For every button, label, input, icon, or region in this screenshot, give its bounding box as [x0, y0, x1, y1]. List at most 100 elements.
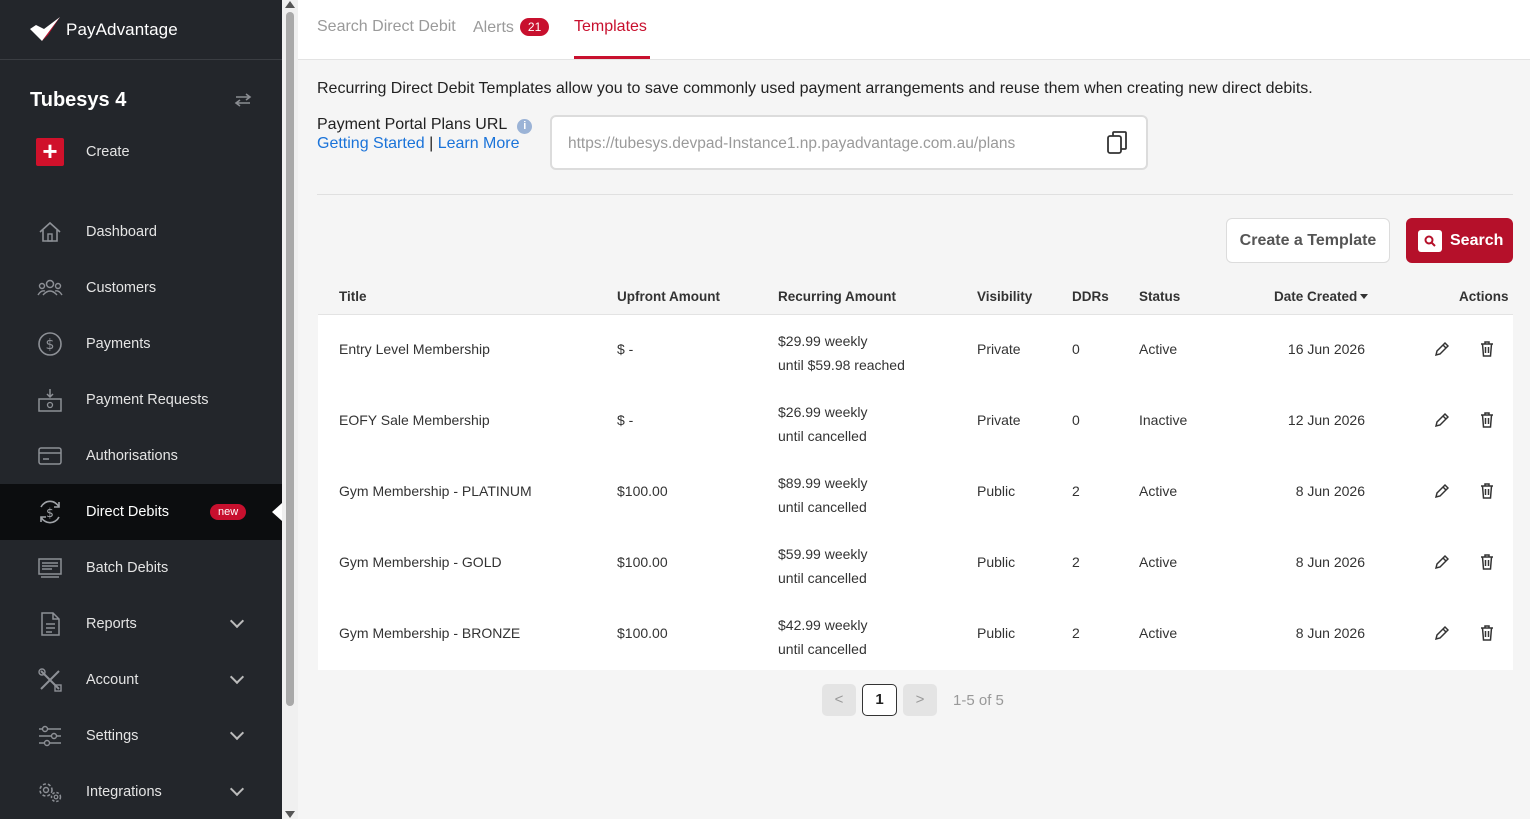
help-links: Getting Started | Learn More — [317, 135, 520, 153]
home-icon — [36, 218, 64, 246]
svg-text:$: $ — [46, 506, 54, 520]
sidebar-item-settings[interactable]: Settings — [0, 708, 282, 764]
tab-search-direct-debit[interactable]: Search Direct Debit — [317, 18, 456, 36]
sidebar-item-label: Authorisations — [86, 448, 178, 464]
cell-status: Inactive — [1139, 412, 1188, 428]
sidebar-item-dashboard[interactable]: Dashboard — [0, 204, 282, 260]
sidebar-item-account[interactable]: Account — [0, 652, 282, 708]
sidebar-item-reports[interactable]: Reports — [0, 596, 282, 652]
edit-pencil-icon[interactable] — [1433, 624, 1449, 642]
sidebar-item-authorisations[interactable]: Authorisations — [0, 428, 282, 484]
tab-alerts[interactable]: Alerts 21 — [473, 18, 550, 37]
scroll-thumb[interactable] — [286, 12, 294, 706]
table-row[interactable]: Entry Level Membership $ - $29.99 weekly… — [318, 315, 1513, 386]
recurring-until: until cancelled — [778, 641, 867, 657]
dollar-circle-icon: $ — [36, 330, 64, 358]
sort-desc-icon — [1360, 294, 1369, 299]
sidebar-item-label: Dashboard — [86, 224, 157, 240]
sliders-icon — [36, 722, 64, 750]
column-header-status[interactable]: Status — [1139, 289, 1180, 304]
create-template-button[interactable]: Create a Template — [1226, 218, 1390, 263]
learn-more-link[interactable]: Learn More — [438, 135, 520, 152]
sidebar-item-label: Settings — [86, 728, 139, 744]
delete-trash-icon[interactable] — [1479, 411, 1495, 429]
batch-icon — [36, 554, 64, 582]
chevron-down-icon[interactable] — [229, 781, 245, 797]
cell-recurring: $89.99 weekly until cancelled — [778, 471, 868, 519]
org-switcher[interactable]: Tubesys 4 — [0, 60, 282, 140]
brand-logo[interactable]: PayAdvantage — [0, 0, 282, 60]
portal-label-text: Payment Portal Plans URL — [317, 116, 508, 133]
cell-date-created: 12 Jun 2026 — [1287, 412, 1365, 428]
brand-name: PayAdvantage — [66, 19, 178, 39]
pagination-page-1[interactable]: 1 — [862, 684, 897, 716]
column-header-upfront-amount[interactable]: Upfront Amount — [617, 289, 720, 304]
column-header-title[interactable]: Title — [339, 289, 367, 304]
tab-label: Alerts — [473, 19, 514, 36]
sidebar-item-payment-requests[interactable]: Payment Requests — [0, 372, 282, 428]
cell-upfront: $100.00 — [617, 483, 668, 499]
search-button-label: Search — [1450, 231, 1504, 249]
search-button[interactable]: Search — [1406, 218, 1513, 263]
cell-status: Active — [1139, 341, 1178, 357]
edit-pencil-icon[interactable] — [1433, 411, 1449, 429]
table-row[interactable]: Gym Membership - BRONZE $100.00 $42.99 w… — [318, 599, 1513, 670]
chevron-down-icon[interactable] — [229, 669, 245, 685]
cell-date-created: 16 Jun 2026 — [1287, 341, 1365, 357]
column-header-ddrs[interactable]: DDRs — [1072, 289, 1109, 304]
edit-pencil-icon[interactable] — [1433, 340, 1449, 358]
cell-date-created: 8 Jun 2026 — [1295, 483, 1365, 499]
table-row[interactable]: Gym Membership - PLATINUM $100.00 $89.99… — [318, 457, 1513, 528]
delete-trash-icon[interactable] — [1479, 482, 1495, 500]
chevron-down-icon[interactable] — [229, 613, 245, 629]
info-icon[interactable]: i — [517, 119, 533, 134]
table-header: Title Upfront Amount Recurring Amount Vi… — [318, 280, 1513, 315]
tab-templates[interactable]: Templates — [574, 18, 647, 36]
column-header-recurring-amount[interactable]: Recurring Amount — [778, 289, 896, 304]
link-separator: | — [429, 135, 434, 152]
pagination-next-button[interactable]: > — [903, 684, 937, 716]
cell-visibility: Public — [977, 554, 1016, 570]
chevron-down-icon[interactable] — [229, 725, 245, 741]
column-header-visibility[interactable]: Visibility — [977, 289, 1032, 304]
pagination-prev-button[interactable]: < — [822, 684, 856, 716]
cell-status: Active — [1139, 625, 1178, 641]
sidebar-item-integrations[interactable]: Integrations — [0, 764, 282, 819]
table-row[interactable]: Gym Membership - GOLD $100.00 $59.99 wee… — [318, 528, 1513, 599]
delete-trash-icon[interactable] — [1479, 553, 1495, 571]
sidebar-item-batch-debits[interactable]: Batch Debits — [0, 540, 282, 596]
getting-started-link[interactable]: Getting Started — [317, 135, 425, 152]
copy-icon[interactable] — [1106, 130, 1128, 156]
cell-recurring: $29.99 weekly until $59.98 reached — [778, 329, 905, 377]
payment-request-icon — [36, 386, 64, 414]
sidebar-item-label: Account — [86, 672, 139, 688]
sidebar-item-create[interactable]: + Create — [0, 138, 282, 166]
column-header-actions: Actions — [1459, 289, 1509, 304]
edit-pencil-icon[interactable] — [1433, 553, 1449, 571]
sidebar-item-payments[interactable]: $ Payments — [0, 316, 282, 372]
table-row[interactable]: EOFY Sale Membership $ - $26.99 weekly un… — [318, 386, 1513, 457]
sidebar-item-customers[interactable]: Customers — [0, 260, 282, 316]
edit-pencil-icon[interactable] — [1433, 482, 1449, 500]
swap-arrows-icon[interactable] — [234, 93, 252, 107]
recurring-amount: $29.99 weekly — [778, 333, 868, 349]
delete-trash-icon[interactable] — [1479, 624, 1495, 642]
recurring-until: until cancelled — [778, 428, 867, 444]
recurring-dollar-icon: $ — [36, 498, 64, 526]
column-header-date-created[interactable]: Date Created — [1274, 289, 1369, 304]
sidebar-item-label: Integrations — [86, 784, 162, 800]
cell-recurring: $26.99 weekly until cancelled — [778, 400, 868, 448]
sidebar-scrollbar[interactable] — [282, 0, 298, 819]
portal-url-field[interactable]: https://tubesys.devpad-Instance1.np.paya… — [550, 115, 1148, 170]
scroll-down-arrow-icon[interactable] — [285, 811, 295, 818]
sidebar-item-label: Direct Debits — [86, 504, 169, 520]
delete-trash-icon[interactable] — [1479, 340, 1495, 358]
card-icon — [36, 442, 64, 470]
recurring-until: until cancelled — [778, 499, 867, 515]
sidebar-item-direct-debits[interactable]: $ Direct Debits new — [0, 484, 282, 540]
recurring-amount: $89.99 weekly — [778, 475, 868, 491]
cell-recurring: $59.99 weekly until cancelled — [778, 542, 868, 590]
templates-table: Title Upfront Amount Recurring Amount Vi… — [318, 280, 1513, 670]
scroll-up-arrow-icon[interactable] — [285, 1, 295, 8]
cell-upfront: $ - — [617, 341, 634, 357]
